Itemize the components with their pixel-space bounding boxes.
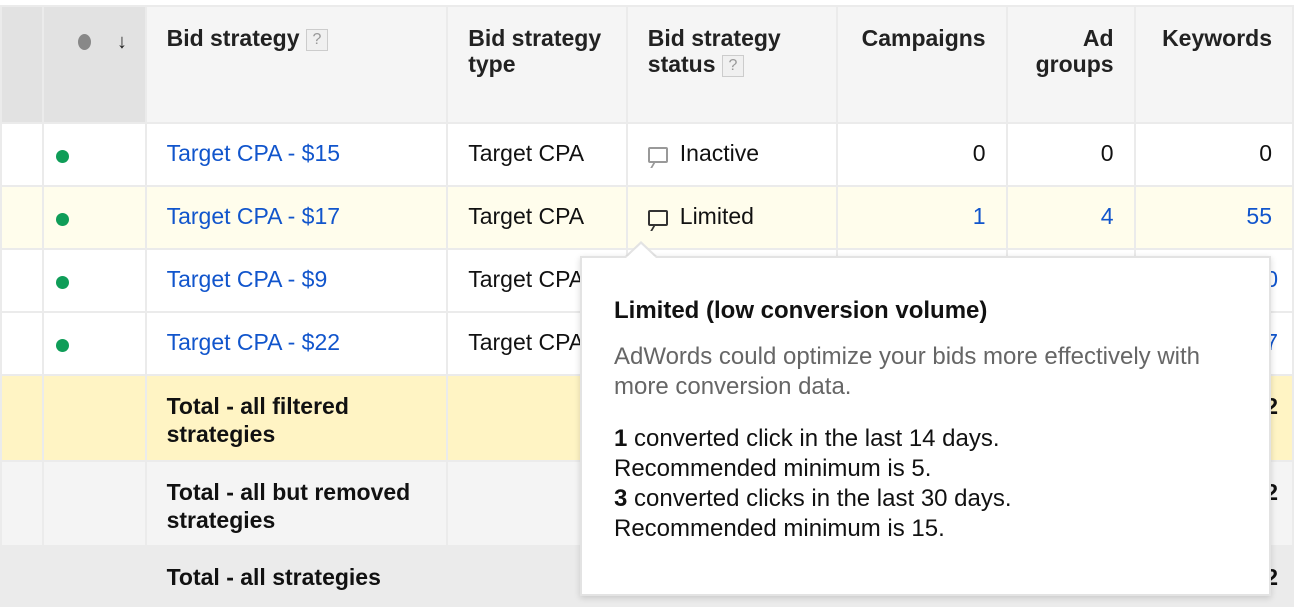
- status-tooltip: Limited (low conversion volume) AdWords …: [580, 256, 1271, 596]
- keywords-cell: 0: [1133, 122, 1294, 187]
- table-row: Target CPA - $15 Target CPA Inactive 0 0…: [0, 122, 1294, 187]
- header-bid-strategy-type[interactable]: Bid strategy type: [446, 5, 628, 124]
- campaigns-link[interactable]: 1: [973, 203, 986, 229]
- total-label: Total - all but removed strategies: [144, 460, 449, 547]
- header-bid-strategy-status[interactable]: Bid strategy status ?: [625, 5, 839, 124]
- bid-strategy-link[interactable]: Target CPA - $17: [167, 203, 340, 229]
- header-campaigns[interactable]: Campaigns: [836, 5, 1008, 124]
- total-label: Total - all strategies: [144, 545, 449, 607]
- bid-strategy-link[interactable]: Target CPA - $15: [167, 140, 340, 166]
- help-icon[interactable]: ?: [721, 54, 744, 77]
- enabled-dot-icon[interactable]: [56, 339, 69, 352]
- comment-bubble-icon[interactable]: [647, 210, 668, 226]
- bid-strategy-link[interactable]: Target CPA - $9: [167, 266, 328, 292]
- type-cell: Target CPA: [446, 185, 628, 250]
- type-cell: Target CPA: [446, 122, 628, 187]
- tooltip-title: Limited (low conversion volume): [614, 297, 988, 324]
- status-cell: Limited: [625, 185, 839, 250]
- header-bid-strategy[interactable]: Bid strategy ?: [144, 5, 449, 124]
- campaigns-cell: 0: [836, 122, 1008, 187]
- enabled-dot-icon[interactable]: [56, 276, 69, 289]
- enabled-dot-icon[interactable]: [56, 150, 69, 163]
- enabled-dot-icon[interactable]: [56, 213, 69, 226]
- status-column-header[interactable]: ↓: [42, 5, 147, 124]
- tooltip-description: AdWords could optimize your bids more ef…: [614, 343, 1201, 400]
- table-row: Target CPA - $17 Target CPA Limited 1 4 …: [0, 185, 1294, 250]
- arrow-down-icon: ↓: [117, 31, 127, 53]
- total-label: Total - all filtered strategies: [144, 374, 449, 462]
- status-dot-icon: [78, 33, 91, 50]
- bid-strategy-link[interactable]: Target CPA - $22: [167, 329, 340, 355]
- header-ad-groups[interactable]: Ad groups: [1005, 5, 1136, 124]
- help-icon[interactable]: ?: [305, 28, 328, 51]
- keywords-link[interactable]: 55: [1246, 203, 1272, 229]
- header-keywords[interactable]: Keywords: [1133, 5, 1294, 124]
- table-header: ↓ Bid strategy ? Bid strategy type Bid s…: [0, 5, 1294, 124]
- tooltip-arrow-fill: [626, 244, 656, 258]
- ad-groups-cell: 0: [1005, 122, 1136, 187]
- status-cell: Inactive: [625, 122, 839, 187]
- comment-bubble-icon[interactable]: [647, 147, 668, 163]
- left-edge: [0, 5, 44, 124]
- ad-groups-link[interactable]: 4: [1101, 203, 1114, 229]
